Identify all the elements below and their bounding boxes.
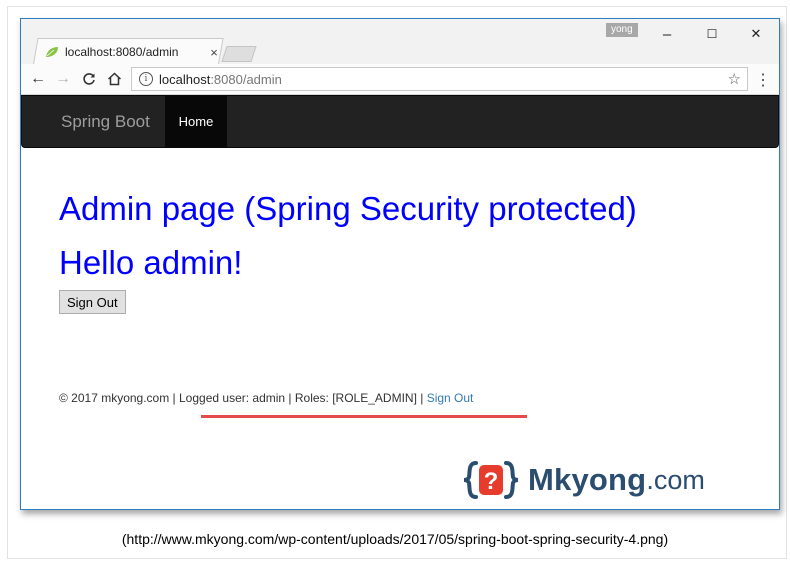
page-viewport: Spring Boot Home Admin page (Spring Secu… bbox=[21, 95, 779, 509]
highlight-underline bbox=[201, 415, 527, 418]
browser-toolbar: ← → i localhost :8080/admin ☆ ⋮ bbox=[21, 64, 779, 95]
tab-close-icon[interactable]: × bbox=[207, 45, 221, 60]
bookmark-star-icon[interactable]: ☆ bbox=[728, 70, 741, 88]
logo-brace-icon: ? bbox=[463, 461, 519, 499]
close-window-button[interactable]: ✕ bbox=[735, 21, 777, 47]
url-path: :8080/admin bbox=[210, 71, 282, 87]
menu-kebab-icon[interactable]: ⋮ bbox=[755, 70, 771, 90]
home-icon[interactable] bbox=[103, 68, 125, 90]
site-navbar: Spring Boot Home bbox=[21, 95, 779, 148]
sign-out-button[interactable]: Sign Out bbox=[59, 290, 126, 314]
spring-leaf-icon bbox=[46, 47, 58, 57]
page-footer: © 2017 mkyong.com | Logged user: admin |… bbox=[59, 391, 473, 405]
back-arrow-icon[interactable]: ← bbox=[27, 68, 49, 90]
tab-title: localhost:8080/admin bbox=[65, 45, 179, 59]
info-icon[interactable]: i bbox=[139, 72, 153, 86]
title-bar: localhost:8080/admin × yong – ☐ ✕ bbox=[21, 19, 779, 64]
footer-text: © 2017 mkyong.com | Logged user: admin |… bbox=[59, 391, 427, 405]
nav-home-link[interactable]: Home bbox=[165, 96, 227, 147]
page-heading: Admin page (Spring Security protected) bbox=[59, 190, 637, 227]
address-bar[interactable]: i localhost :8080/admin ☆ bbox=[131, 67, 748, 91]
browser-window: localhost:8080/admin × yong – ☐ ✕ ← → i … bbox=[20, 18, 780, 510]
logo-name: Mkyong bbox=[528, 462, 647, 497]
image-caption: (http://www.mkyong.com/wp-content/upload… bbox=[121, 531, 669, 547]
mkyong-logo: ? Mkyong .com bbox=[462, 459, 705, 501]
logo-icon-glyph: ? bbox=[484, 468, 499, 495]
forward-arrow-icon[interactable]: → bbox=[52, 68, 74, 90]
tab-content[interactable]: localhost:8080/admin × bbox=[45, 41, 225, 63]
new-tab-button[interactable] bbox=[221, 46, 257, 62]
minimize-button[interactable]: – bbox=[646, 21, 688, 47]
url-host: localhost bbox=[159, 71, 211, 87]
footer-sign-out-link[interactable]: Sign Out bbox=[427, 391, 474, 405]
reload-icon[interactable] bbox=[78, 68, 100, 90]
logo-suffix: .com bbox=[646, 464, 705, 495]
greeting-heading: Hello admin! bbox=[59, 244, 243, 281]
maximize-button[interactable]: ☐ bbox=[691, 21, 733, 47]
profile-badge[interactable]: yong bbox=[606, 23, 638, 37]
navbar-brand[interactable]: Spring Boot bbox=[61, 96, 150, 147]
